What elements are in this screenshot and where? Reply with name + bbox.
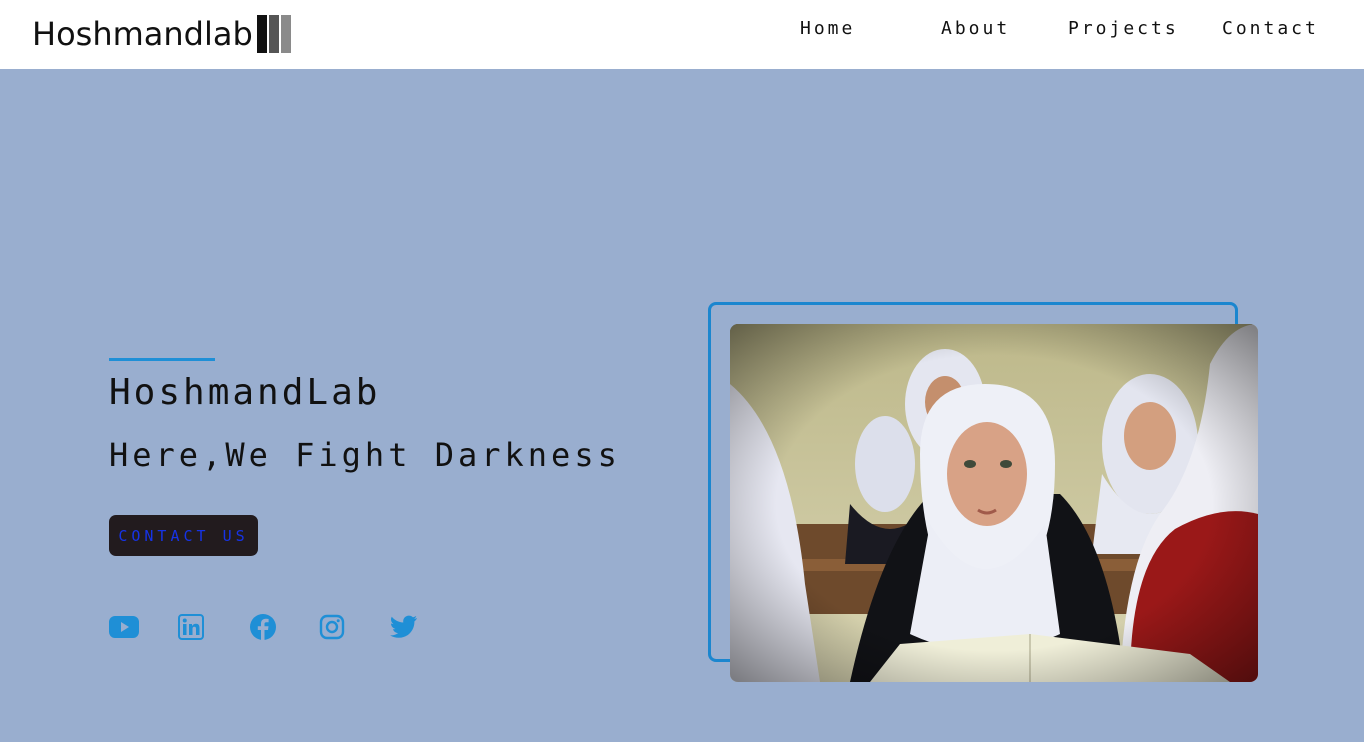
logo-text: Hoshmandlab — [32, 15, 253, 53]
youtube-icon[interactable] — [109, 612, 139, 642]
linkedin-icon[interactable] — [176, 612, 206, 642]
nav-projects[interactable]: Projects — [1068, 18, 1179, 39]
hero-photo — [730, 324, 1258, 682]
hero-title: HoshmandLab — [109, 372, 381, 413]
nav-home[interactable]: Home — [800, 18, 855, 39]
logo-bars-icon — [256, 15, 293, 53]
twitter-icon[interactable] — [389, 612, 419, 642]
site-header: Hoshmandlab Home About Projects Contact — [0, 0, 1364, 69]
contact-us-button[interactable]: CONTACT US — [109, 515, 258, 556]
hero-subtitle: Here,We Fight Darkness — [109, 436, 621, 474]
instagram-icon[interactable] — [317, 612, 347, 642]
hero-accent-rule — [109, 358, 215, 361]
nav-contact[interactable]: Contact — [1222, 18, 1319, 39]
facebook-icon[interactable] — [248, 612, 278, 642]
nav-about[interactable]: About — [941, 18, 1010, 39]
logo[interactable]: Hoshmandlab — [32, 14, 293, 54]
